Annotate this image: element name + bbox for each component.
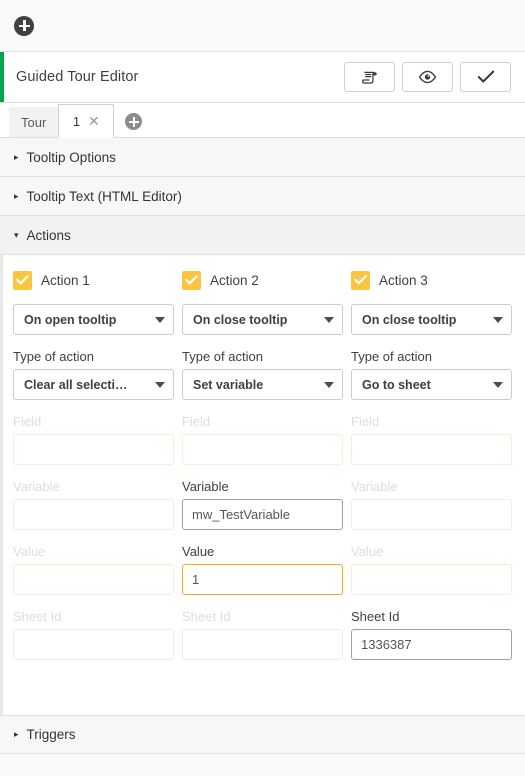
action-2-field-input[interactable] bbox=[182, 434, 343, 465]
check-icon bbox=[477, 70, 494, 83]
action-3-sheetid-input[interactable]: 1336387 bbox=[351, 629, 512, 660]
section-label: Actions bbox=[26, 227, 71, 243]
add-tour-icon[interactable] bbox=[125, 113, 143, 130]
action-3-field-label: Field bbox=[351, 414, 380, 429]
action-2-variable-input[interactable]: mw_TestVariable bbox=[182, 499, 343, 530]
guided-tour-editor-window: Guided Tour Editor Tour 1 ✕ ▸ Tooltip Op… bbox=[0, 0, 525, 776]
action-1-field-label: Field bbox=[13, 414, 42, 429]
preview-button[interactable] bbox=[402, 62, 453, 92]
action-3-variable-input[interactable] bbox=[351, 499, 512, 530]
scroll-icon bbox=[362, 71, 377, 84]
action-1-value-label: Value bbox=[13, 544, 46, 559]
section-tooltip-text[interactable]: ▸ Tooltip Text (HTML Editor) bbox=[0, 177, 525, 216]
tab-bar: Tour 1 ✕ bbox=[0, 103, 525, 138]
action-2-checkbox[interactable] bbox=[182, 270, 201, 290]
panel-tail bbox=[0, 754, 525, 776]
section-label: Tooltip Text (HTML Editor) bbox=[26, 188, 182, 204]
action-1-label: Action 1 bbox=[41, 272, 90, 288]
eye-icon bbox=[418, 70, 437, 84]
check-icon bbox=[185, 275, 198, 285]
chevron-down-icon bbox=[493, 316, 503, 323]
action-3-checkbox[interactable] bbox=[351, 270, 370, 290]
section-actions[interactable]: ▾ Actions bbox=[0, 216, 525, 255]
action-1-sheetid-label: Sheet Id bbox=[13, 609, 62, 624]
chevron-down-icon bbox=[324, 381, 334, 388]
section-tooltip-options[interactable]: ▸ Tooltip Options bbox=[0, 138, 525, 177]
circle-plus-icon[interactable] bbox=[14, 15, 34, 36]
action-2-field-label: Field bbox=[182, 414, 211, 429]
action-column-1: Action 1 On open tooltip Type of action … bbox=[13, 269, 182, 660]
action-3-trigger-value: On close tooltip bbox=[362, 312, 457, 327]
action-1-type-select[interactable]: Clear all selecti… bbox=[13, 369, 174, 400]
action-3-enable-row: Action 3 bbox=[351, 269, 512, 291]
action-3-field-input[interactable] bbox=[351, 434, 512, 465]
action-1-checkbox[interactable] bbox=[13, 270, 32, 290]
action-1-sheetid-input[interactable] bbox=[13, 629, 174, 660]
action-1-trigger-value: On open tooltip bbox=[24, 312, 117, 327]
action-2-type-value: Set variable bbox=[193, 377, 264, 392]
chevron-right-icon: ▸ bbox=[14, 190, 19, 201]
chevron-down-icon bbox=[324, 316, 334, 323]
chevron-down-icon: ▾ bbox=[14, 229, 19, 240]
actions-columns: Action 1 On open tooltip Type of action … bbox=[3, 255, 525, 660]
action-1-type-label: Type of action bbox=[13, 349, 94, 364]
chevron-right-icon: ▸ bbox=[14, 729, 19, 739]
action-2-trigger-select[interactable]: On close tooltip bbox=[182, 304, 343, 335]
chevron-down-icon bbox=[155, 381, 165, 388]
action-column-2: Action 2 On close tooltip Type of action… bbox=[182, 269, 351, 660]
close-icon[interactable]: ✕ bbox=[88, 114, 100, 128]
action-1-enable-row: Action 1 bbox=[13, 269, 174, 291]
tab-title: 1 bbox=[72, 113, 81, 129]
action-1-variable-label: Variable bbox=[13, 479, 60, 494]
action-2-sheetid-input[interactable] bbox=[182, 629, 343, 660]
top-toolbar bbox=[0, 0, 525, 52]
action-1-field-input[interactable] bbox=[13, 434, 174, 465]
action-3-type-select[interactable]: Go to sheet bbox=[351, 369, 512, 400]
action-1-type-value: Clear all selecti… bbox=[24, 377, 128, 392]
section-label: Triggers bbox=[26, 727, 76, 742]
action-2-variable-label: Variable bbox=[182, 479, 229, 494]
action-2-type-select[interactable]: Set variable bbox=[182, 369, 343, 400]
editor-header: Guided Tour Editor bbox=[0, 52, 525, 103]
section-triggers[interactable]: ▸ Triggers bbox=[0, 715, 525, 754]
check-icon bbox=[16, 275, 29, 285]
actions-panel: Action 1 On open tooltip Type of action … bbox=[0, 255, 525, 715]
action-3-sheetid-label: Sheet Id bbox=[351, 609, 400, 624]
action-3-trigger-select[interactable]: On close tooltip bbox=[351, 304, 512, 335]
action-1-variable-input[interactable] bbox=[13, 499, 174, 530]
action-column-3: Action 3 On close tooltip Type of action… bbox=[351, 269, 520, 660]
action-3-label: Action 3 bbox=[379, 272, 428, 288]
chevron-down-icon bbox=[155, 316, 165, 323]
action-3-value-label: Value bbox=[351, 544, 384, 559]
action-2-enable-row: Action 2 bbox=[182, 269, 343, 291]
chevron-down-icon bbox=[493, 381, 503, 388]
check-icon bbox=[354, 275, 367, 285]
tab-tour-1[interactable]: 1 ✕ bbox=[58, 104, 115, 138]
action-2-type-label: Type of action bbox=[182, 349, 263, 364]
action-1-trigger-select[interactable]: On open tooltip bbox=[13, 304, 174, 335]
action-3-value-input[interactable] bbox=[351, 564, 512, 595]
page-title: Guided Tour Editor bbox=[16, 69, 139, 85]
chevron-right-icon: ▸ bbox=[14, 151, 19, 162]
action-3-type-label: Type of action bbox=[351, 349, 432, 364]
header-button-group bbox=[344, 62, 511, 92]
action-2-value-label: Value bbox=[182, 544, 215, 559]
action-2-value-input[interactable]: 1 bbox=[182, 564, 343, 595]
section-label: Tooltip Options bbox=[26, 149, 116, 165]
confirm-button[interactable] bbox=[460, 62, 511, 92]
action-2-label: Action 2 bbox=[210, 272, 259, 288]
action-2-trigger-value: On close tooltip bbox=[193, 312, 288, 327]
action-3-type-value: Go to sheet bbox=[362, 377, 431, 392]
scroll-button[interactable] bbox=[344, 62, 395, 92]
tab-group-label: Tour bbox=[9, 107, 59, 137]
action-3-variable-label: Variable bbox=[351, 479, 398, 494]
footer-sections: ▸ Triggers bbox=[0, 715, 525, 776]
action-2-sheetid-label: Sheet Id bbox=[182, 609, 231, 624]
action-1-value-input[interactable] bbox=[13, 564, 174, 595]
